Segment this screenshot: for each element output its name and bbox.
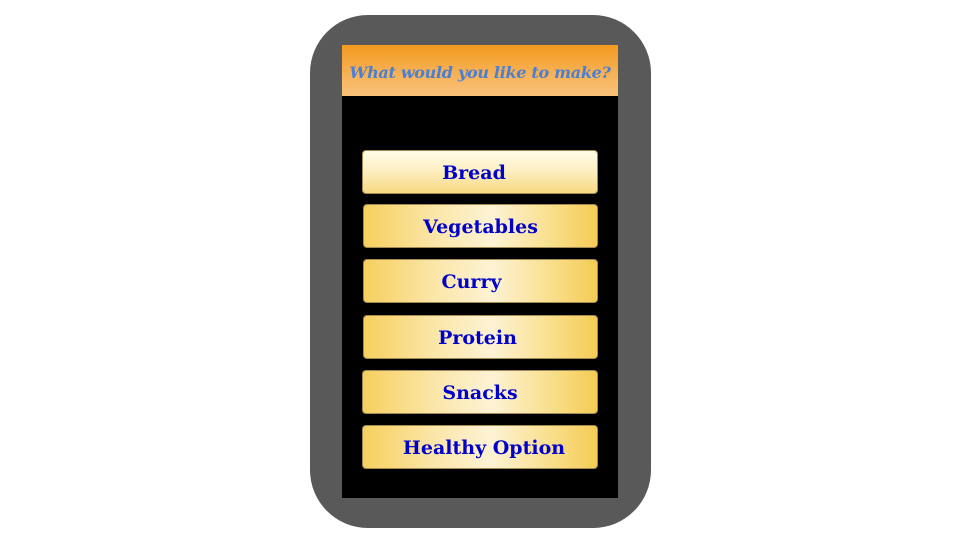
snacks-button-label: Snacks (442, 382, 518, 404)
healthy-option-button[interactable]: Healthy Option (362, 425, 598, 469)
bread-button-label: Bread (442, 162, 506, 184)
curry-button-label: Curry (441, 271, 502, 293)
protein-button[interactable]: Protein (363, 315, 598, 359)
vegetables-button[interactable]: Vegetables (363, 204, 598, 248)
protein-button-label: Protein (438, 327, 517, 349)
page-title: What would you like to make? (349, 63, 611, 82)
healthy-option-button-label: Healthy Option (402, 437, 566, 459)
vegetables-button-label: Vegetables (423, 216, 538, 238)
header-bar: What would you like to make? (342, 45, 618, 96)
bread-button[interactable]: Bread (362, 150, 598, 194)
snacks-button[interactable]: Snacks (362, 370, 598, 414)
curry-button[interactable]: Curry (363, 259, 598, 303)
